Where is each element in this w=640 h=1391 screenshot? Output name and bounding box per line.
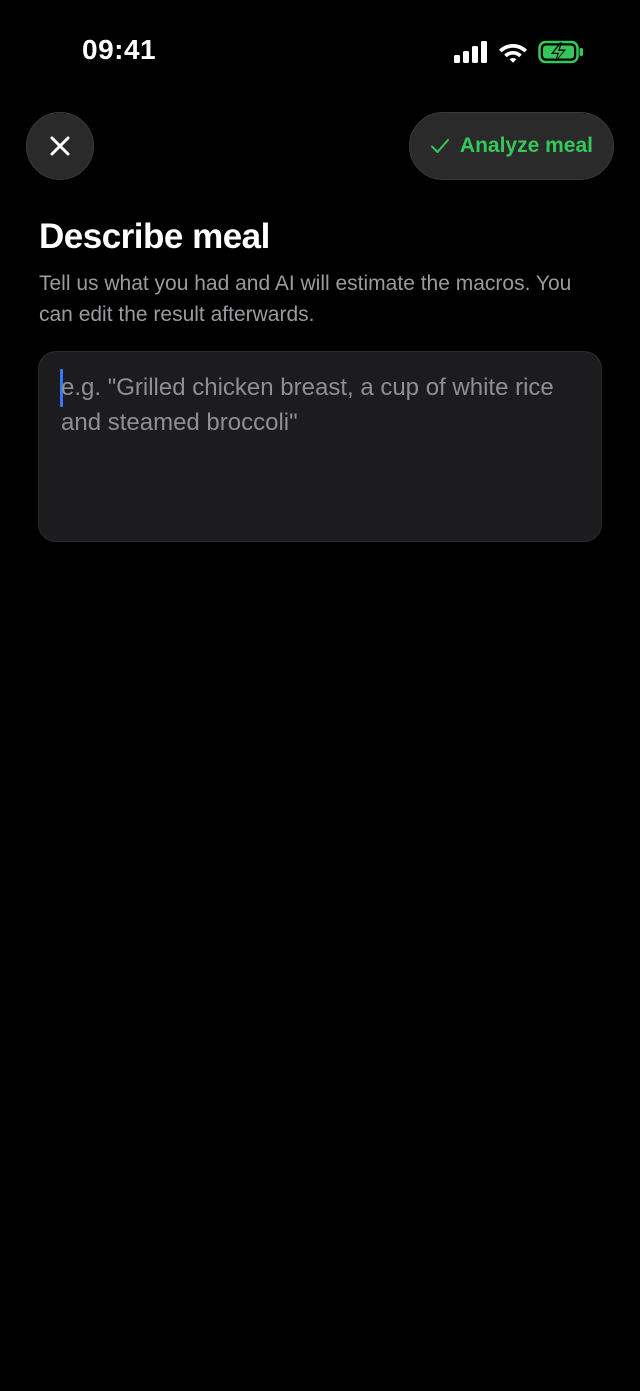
status-bar: 09:41 bbox=[0, 0, 640, 100]
status-icons bbox=[454, 40, 584, 64]
meal-description-field[interactable] bbox=[38, 351, 602, 542]
meal-description-input[interactable] bbox=[61, 370, 571, 520]
page-subtitle: Tell us what you had and AI will estimat… bbox=[39, 272, 572, 326]
analyze-meal-button[interactable]: Analyze meal bbox=[408, 112, 614, 180]
page-title: Describe meal bbox=[39, 217, 270, 256]
top-bar: Analyze meal bbox=[0, 112, 640, 182]
cellular-signal-icon bbox=[454, 41, 488, 63]
page-header: Describe meal Tell us what you had and A… bbox=[39, 214, 601, 330]
status-time: 09:41 bbox=[82, 34, 157, 65]
wifi-icon bbox=[498, 41, 528, 63]
close-button[interactable] bbox=[26, 112, 94, 180]
battery-charging-icon bbox=[538, 40, 584, 64]
close-icon bbox=[49, 135, 71, 157]
analyze-meal-label: Analyze meal bbox=[459, 134, 593, 157]
checkmark-icon bbox=[430, 138, 450, 154]
